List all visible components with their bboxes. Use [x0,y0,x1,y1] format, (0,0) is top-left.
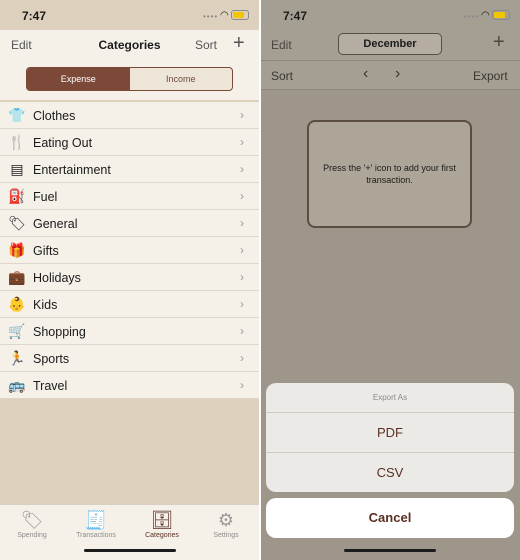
nav-bar: Edit Categories Sort + [0,30,259,62]
battery-icon [231,10,249,20]
home-indicator [344,549,436,552]
tab-label: Settings [213,532,239,539]
cellular-signal-icon: •••• [464,12,480,21]
gear-icon: ⚙ [217,510,235,530]
transactions-screen: 7:47 •••• ◠ Edit December + Sort ‹ › Exp… [261,0,520,560]
tab-label: Categories [145,532,179,539]
chevron-right-icon: › [240,378,244,392]
category-label: Clothes [33,109,76,123]
category-row[interactable]: 🛒 Shopping › [0,318,259,345]
segment-container: Expense Income [0,62,259,100]
page-title: Categories [98,38,161,52]
category-label: Kids [33,298,58,312]
category-row[interactable]: ⛽ Fuel › [0,183,259,210]
category-row[interactable]: ▤ Entertainment › [0,156,259,183]
category-label: Eating Out [33,136,93,150]
sort-button[interactable]: Sort [195,38,217,52]
suitcase-icon: 💼 [8,269,26,285]
tab-transactions[interactable]: 🧾 Transactions [66,508,126,539]
shirt-icon: 👕 [8,107,26,123]
tab-categories[interactable]: 🗄 Categories [132,508,192,539]
status-bar: 7:47 •••• ◠ [261,0,520,30]
category-row[interactable]: 🍴 Eating Out › [0,129,259,156]
category-row[interactable]: 💼 Holidays › [0,264,259,291]
category-label: Shopping [33,325,86,339]
category-label: Gifts [33,244,59,258]
export-action-sheet: Export As PDF CSV [266,383,514,492]
category-label: Fuel [33,190,58,204]
category-label: Entertainment [33,163,111,177]
category-label: Holidays [33,271,81,285]
battery-icon [492,10,510,20]
segment-expense[interactable]: Expense [27,68,130,90]
fork-knife-icon: 🍴 [8,134,26,150]
chevron-right-icon: › [240,162,244,176]
status-time: 7:47 [283,9,308,23]
export-csv-option[interactable]: CSV [266,453,514,492]
wifi-icon: ◠ [220,10,229,21]
segment-income[interactable]: Income [130,68,233,90]
bus-icon: 🚌 [8,377,26,393]
categories-screen: 7:47 •••• ◠ Edit Categories Sort + Expen… [0,0,259,560]
category-row[interactable]: 🚌 Travel › [0,372,259,399]
chevron-right-icon: › [240,108,244,122]
tab-spending[interactable]: 🏷 Spending [2,508,62,539]
tab-label: Spending [17,532,47,539]
category-label: Travel [33,379,68,393]
export-pdf-option[interactable]: PDF [266,413,514,453]
month-selector[interactable]: December [338,33,442,55]
edit-button[interactable]: Edit [271,38,292,52]
runner-icon: 🏃 [8,350,26,366]
wifi-icon: ◠ [481,10,490,21]
category-list: 👕 Clothes › 🍴 Eating Out › ▤ Entertainment › ⛽ Fue… [0,102,259,399]
expense-income-segmented-control: Expense Income [26,67,233,91]
chevron-right-icon: › [240,135,244,149]
export-button[interactable]: Export [473,69,508,83]
ipod-icon: ▤ [10,161,24,177]
gift-icon: 🎁 [8,242,26,258]
tag-icon: 🏷 [8,215,26,231]
cart-icon: 🛒 [8,323,26,339]
category-row[interactable]: 🎁 Gifts › [0,237,259,264]
chevron-right-icon: › [240,351,244,365]
add-icon[interactable]: + [493,32,505,52]
toolbar: Sort ‹ › Export [261,60,520,90]
home-indicator [84,549,176,552]
cancel-button[interactable]: Cancel [266,498,514,538]
chevron-left-icon[interactable]: ‹ [363,65,368,83]
category-row[interactable]: 🏃 Sports › [0,345,259,372]
receipt-icon: 🧾 [84,510,108,530]
category-label: Sports [33,352,70,366]
status-bar: 7:47 •••• ◠ [0,0,259,30]
category-row[interactable]: 🏷 General › [0,210,259,237]
chevron-right-icon: › [240,324,244,338]
chevron-right-icon: › [240,189,244,203]
category-row[interactable]: 👕 Clothes › [0,102,259,129]
tab-label: Transactions [76,532,116,539]
status-time: 7:47 [22,9,47,23]
fuel-pump-icon: ⛽ [8,188,26,204]
add-icon[interactable]: + [233,33,245,53]
chevron-right-icon: › [240,270,244,284]
chevron-right-icon: › [240,243,244,257]
nav-bar: Edit December + [261,30,520,60]
cellular-signal-icon: •••• [203,12,219,21]
chevron-right-icon: › [240,297,244,311]
baby-icon: 👶 [8,296,26,312]
sort-button[interactable]: Sort [271,69,293,83]
tag-icon: 🏷 [20,510,44,530]
category-label: General [33,217,78,231]
category-row[interactable]: 👶 Kids › [0,291,259,318]
action-sheet-title: Export As [266,383,514,413]
chevron-right-icon[interactable]: › [395,65,400,83]
empty-state-message: Press the '+' icon to add your first tra… [307,120,472,228]
tab-settings[interactable]: ⚙ Settings [196,508,256,539]
chevron-right-icon: › [240,216,244,230]
drawers-icon: 🗄 [150,510,174,530]
